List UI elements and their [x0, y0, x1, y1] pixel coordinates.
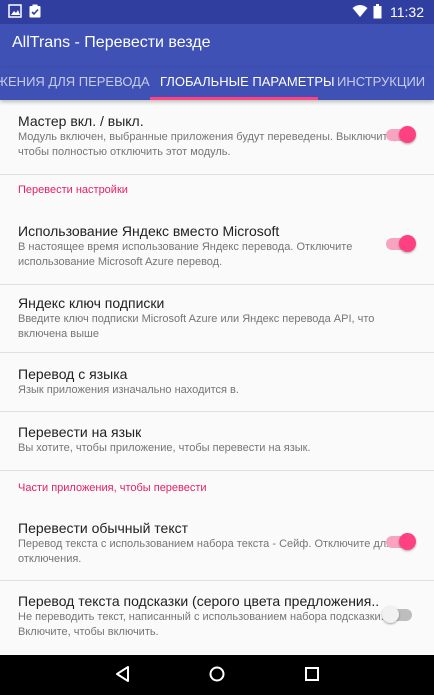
- tab-instructions[interactable]: ИНСТРУКЦИИ: [337, 74, 425, 89]
- pref-yandex-instead-microsoft[interactable]: Использование Яндекс вместо Microsoft В …: [0, 210, 434, 285]
- category-app-parts: Части приложения, чтобы перевести: [18, 482, 207, 494]
- pref-from-language[interactable]: Перевод с языка Язык приложения изначаль…: [0, 353, 434, 412]
- hint-text-toggle[interactable]: [382, 606, 412, 623]
- pref-summary: Не переводить текст, написанный с исполь…: [18, 611, 384, 638]
- pref-title: Использование Яндекс вместо Microsoft: [18, 223, 280, 239]
- pref-summary: Язык приложения изначально находится в.: [18, 384, 239, 396]
- toggle-knob: [399, 533, 416, 550]
- pref-summary: Введите ключ подписки Microsoft Azure ил…: [18, 313, 375, 340]
- back-icon[interactable]: [114, 665, 132, 683]
- pref-title: Мастер вкл. / выкл.: [18, 113, 144, 129]
- toggle-knob: [399, 126, 416, 143]
- toggle-knob: [382, 606, 399, 623]
- tab-apps-to-translate[interactable]: ЖЕНИЯ ДЛЯ ПЕРЕВОДА: [0, 74, 150, 89]
- pref-summary: Перевод текста с использованием набора т…: [18, 538, 393, 565]
- pref-master-switch[interactable]: Мастер вкл. / выкл. Модуль включен, выбр…: [0, 100, 434, 175]
- status-bar: 11:32: [0, 0, 434, 24]
- pref-title: Яндекс ключ подписки: [18, 295, 165, 311]
- pref-translate-hint-text[interactable]: Перевод текста подсказки (серого цвета п…: [0, 581, 434, 655]
- category-translate-settings: Перевести настройки: [18, 184, 128, 196]
- navigation-bar: [0, 655, 434, 695]
- toggle-knob: [399, 235, 416, 252]
- recents-icon[interactable]: [303, 665, 321, 683]
- clock: 11:32: [390, 4, 424, 20]
- home-icon[interactable]: [208, 665, 226, 683]
- pref-translate-normal-text[interactable]: Перевести обычный текст Перевод текста с…: [0, 508, 434, 581]
- pref-summary: В настоящее время использование Яндекс п…: [18, 241, 353, 268]
- pref-title: Перевести обычный текст: [18, 520, 189, 536]
- pref-summary: Модуль включен, выбранные приложения буд…: [18, 131, 397, 158]
- wifi-icon: [352, 5, 368, 17]
- tab-global-settings[interactable]: ГЛОБАЛЬНЫЕ ПАРАМЕТРЫ: [160, 74, 335, 89]
- image-icon: [8, 4, 22, 18]
- pref-to-language[interactable]: Перевести на язык Вы хотите, чтобы прило…: [0, 412, 434, 471]
- pref-subscription-key[interactable]: Яндекс ключ подписки Введите ключ подпис…: [0, 285, 434, 353]
- app-bar: AllTrans - Перевести везде: [0, 24, 434, 68]
- pref-summary: Вы хотите, чтобы приложение, чтобы перев…: [18, 442, 311, 454]
- yandex-toggle[interactable]: [386, 235, 416, 252]
- master-toggle[interactable]: [386, 126, 416, 143]
- pref-title: Перевести на язык: [18, 424, 142, 440]
- settings-list: Мастер вкл. / выкл. Модуль включен, выбр…: [0, 100, 434, 655]
- pref-title: Перевод текста подсказки (серого цвета п…: [18, 593, 380, 609]
- app-title: AllTrans - Перевести везде: [12, 34, 211, 51]
- clipboard-check-icon: [29, 4, 41, 18]
- battery-icon: [373, 4, 382, 19]
- pref-title: Перевод с языка: [18, 366, 128, 382]
- tab-bar: ЖЕНИЯ ДЛЯ ПЕРЕВОДА ГЛОБАЛЬНЫЕ ПАРАМЕТРЫ …: [0, 68, 434, 100]
- tab-indicator: [150, 97, 318, 100]
- normal-text-toggle[interactable]: [386, 533, 416, 550]
